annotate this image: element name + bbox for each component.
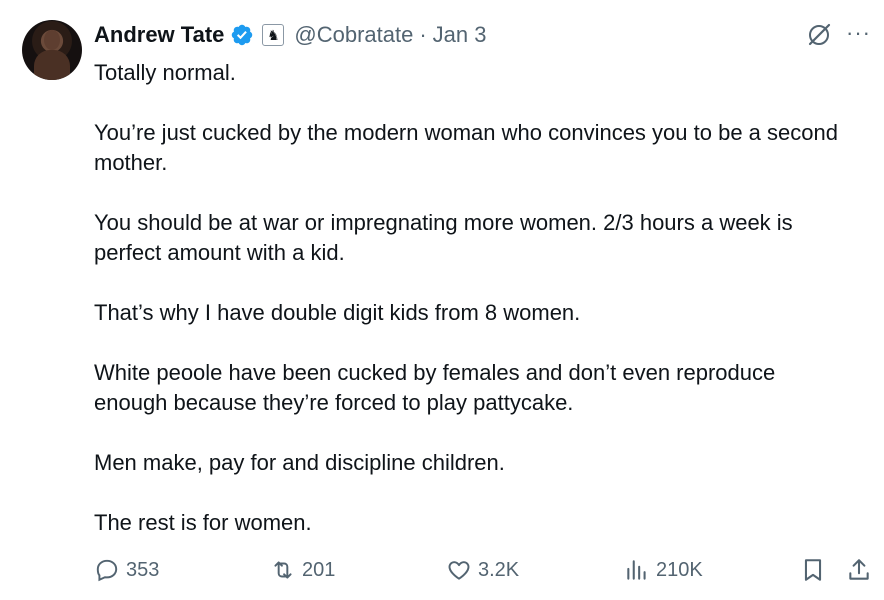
- grok-icon[interactable]: [806, 22, 832, 48]
- more-icon[interactable]: ···: [846, 20, 871, 46]
- tweet-paragraph: White peoole have been cucked by females…: [94, 360, 776, 415]
- like-button[interactable]: 3.2K: [446, 554, 519, 586]
- views-count: 210K: [656, 558, 703, 581]
- reply-button[interactable]: 353: [94, 554, 159, 586]
- tweet-paragraph: The rest is for women.: [94, 510, 312, 535]
- header-separator: ·: [419, 22, 427, 47]
- tweet-paragraph: Men make, pay for and discipline childre…: [94, 450, 505, 475]
- tweet-paragraph: Totally normal.: [94, 60, 236, 85]
- tweet-text: Totally normal. You’re just cucked by th…: [94, 58, 854, 538]
- bookmark-icon[interactable]: [800, 557, 826, 583]
- reply-icon: [96, 559, 118, 582]
- chess-knight-affiliate-icon[interactable]: ♞: [262, 24, 285, 46]
- repost-icon: [274, 561, 292, 579]
- tweet-paragraph: That’s why I have double digit kids from…: [94, 300, 581, 325]
- author-handle[interactable]: @Cobratate: [294, 22, 413, 48]
- repost-button[interactable]: 201: [270, 554, 335, 586]
- tweet-date[interactable]: Jan 3: [433, 22, 487, 48]
- author-name[interactable]: Andrew Tate: [94, 22, 224, 48]
- repost-count: 201: [302, 558, 336, 581]
- verified-badge-icon[interactable]: [230, 23, 254, 47]
- heart-icon: [448, 561, 470, 580]
- action-bar: 353 201 3.2K 210K: [94, 554, 874, 586]
- avatar-body: [34, 50, 70, 80]
- share-icon[interactable]: [846, 557, 872, 583]
- reply-count: 353: [126, 558, 160, 581]
- avatar[interactable]: [22, 20, 82, 80]
- tweet-header: Andrew Tate ♞ @Cobratate · Jan 3: [94, 18, 487, 52]
- tweet-paragraph: You’re just cucked by the modern woman w…: [94, 120, 838, 175]
- avatar-head: [44, 30, 60, 50]
- views-button[interactable]: 210K: [624, 554, 703, 586]
- like-count: 3.2K: [478, 558, 520, 581]
- views-icon: [627, 560, 646, 580]
- tweet: Andrew Tate ♞ @Cobratate · Jan 3 ··· Tot…: [0, 0, 884, 600]
- tweet-paragraph: You should be at war or impregnating mor…: [94, 210, 793, 265]
